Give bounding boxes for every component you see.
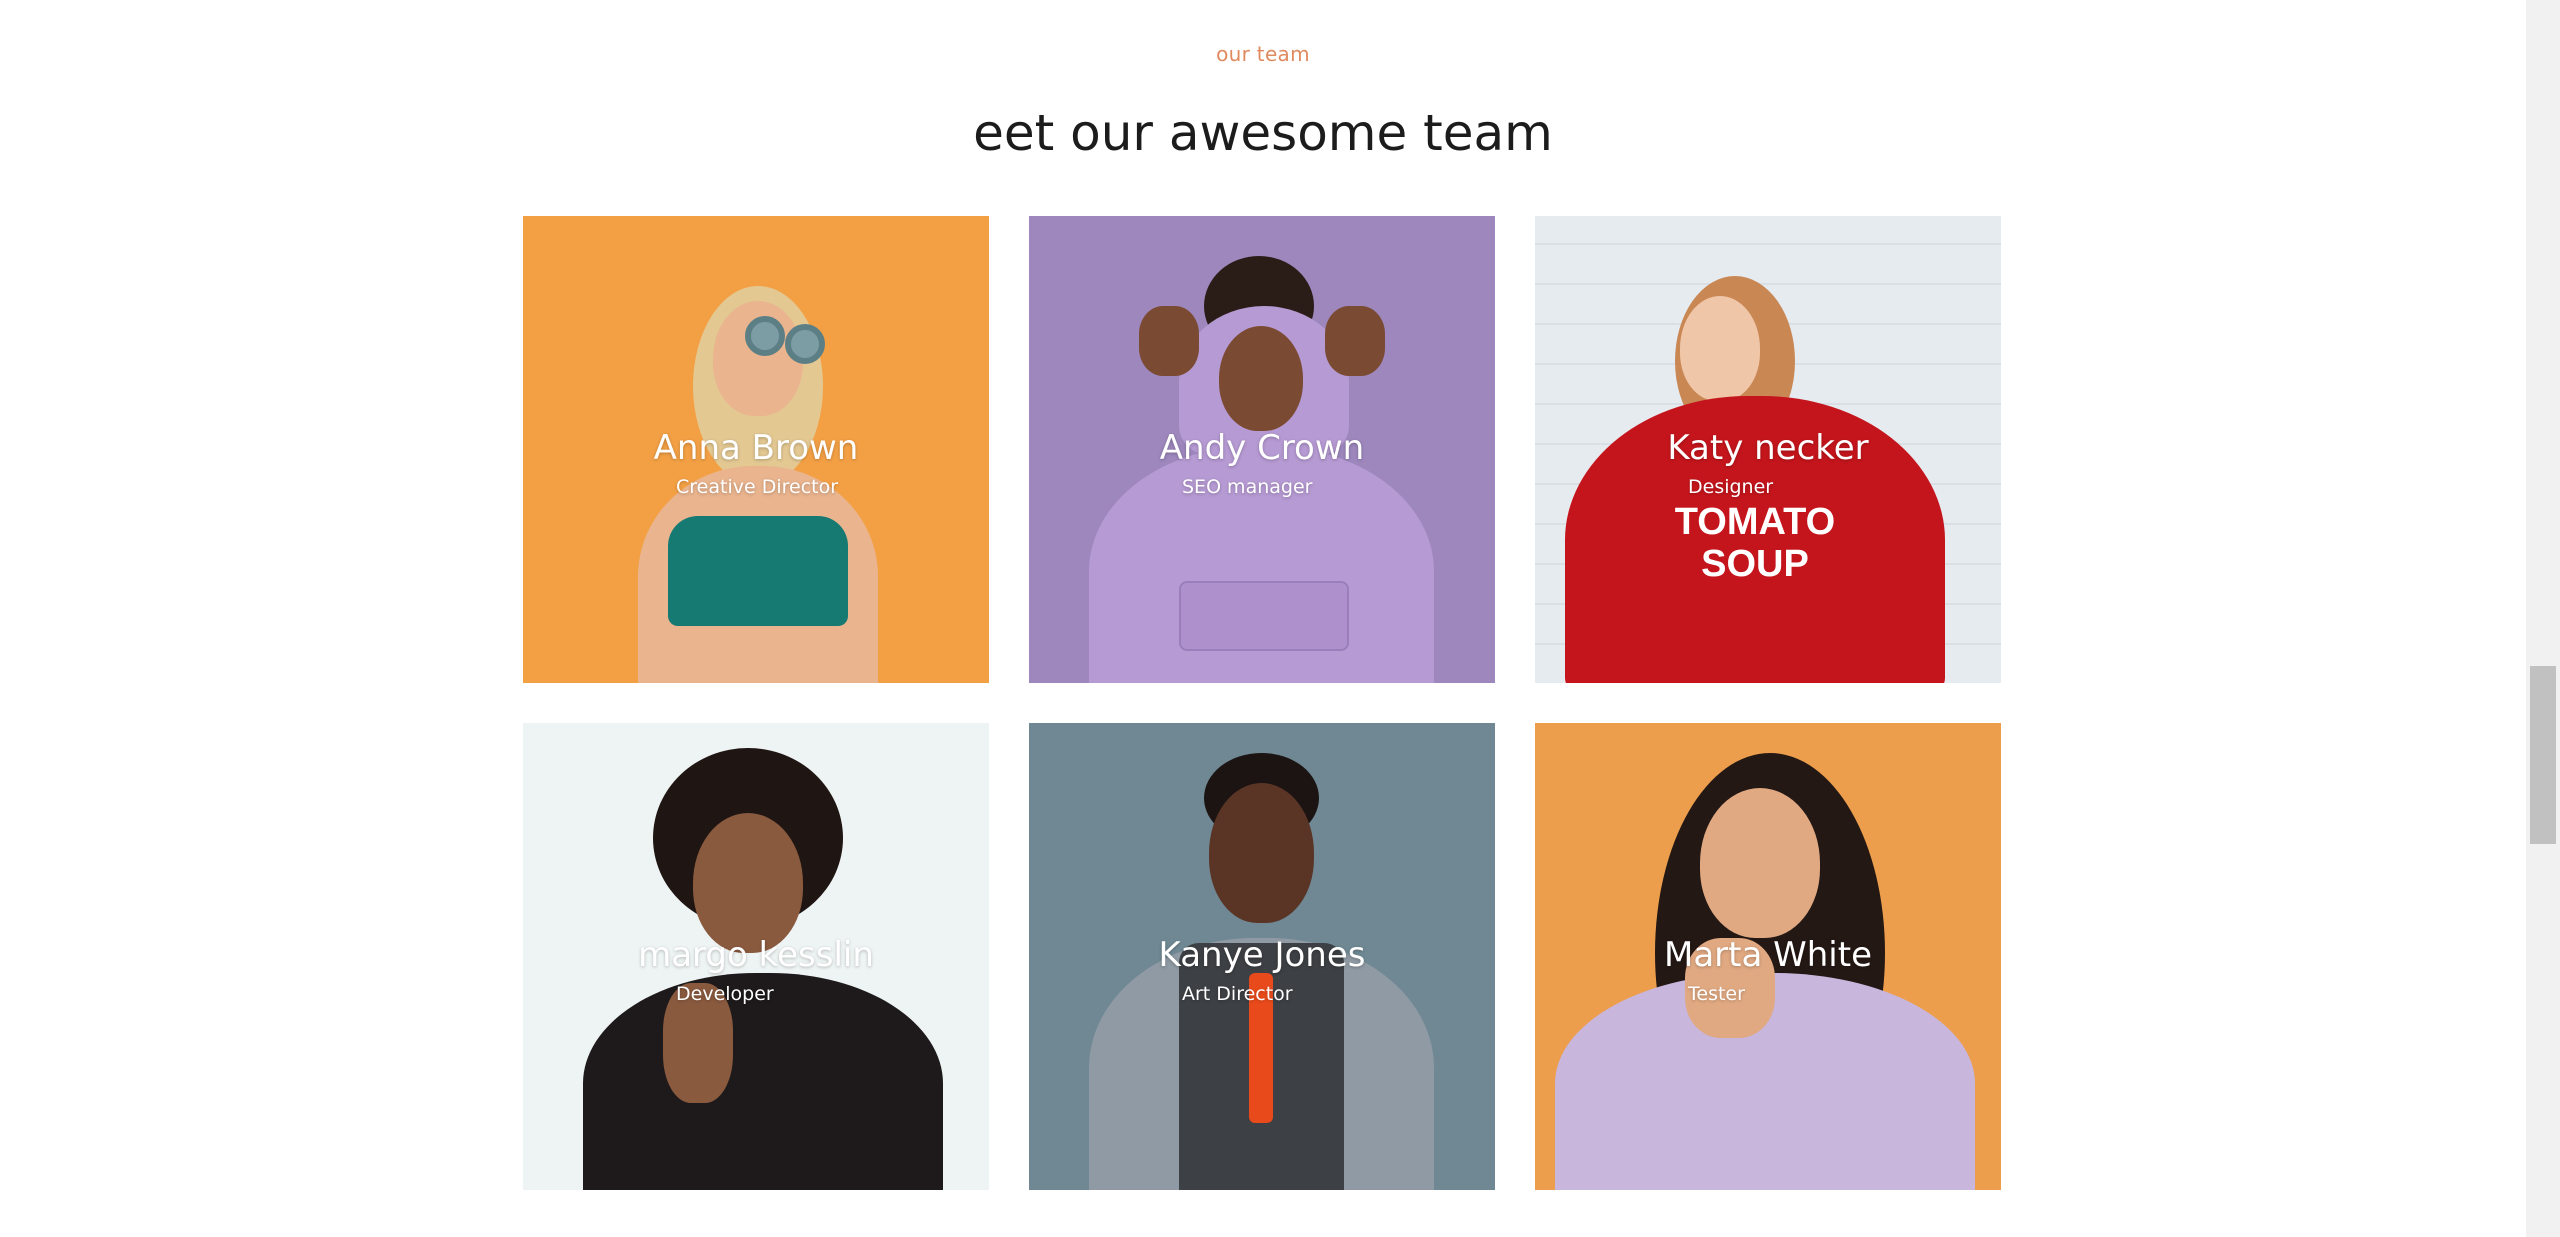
team-card-andy-crown[interactable]: Andy Crown SEO manager xyxy=(1029,216,1495,683)
member-photo: TOMATO SOUP xyxy=(1535,216,2001,683)
section-title: eet our awesome team xyxy=(973,104,1553,162)
scrollbar-thumb[interactable] xyxy=(2530,666,2556,844)
team-grid: Anna Brown Creative Director Andy Crown … xyxy=(523,216,2001,1190)
team-card-katy-necker[interactable]: TOMATO SOUP Katy necker Designer xyxy=(1535,216,2001,683)
page-scrollbar[interactable] xyxy=(2526,0,2560,1237)
member-photo xyxy=(1535,723,2001,1190)
member-photo xyxy=(523,723,989,1190)
team-card-anna-brown[interactable]: Anna Brown Creative Director xyxy=(523,216,989,683)
member-photo xyxy=(1029,216,1495,683)
section-eyebrow: our team xyxy=(1216,42,1310,66)
team-card-kanye-jones[interactable]: Kanye Jones Art Director xyxy=(1029,723,1495,1190)
member-photo xyxy=(1029,723,1495,1190)
member-photo xyxy=(523,216,989,683)
team-card-marta-white[interactable]: Marta White Tester xyxy=(1535,723,2001,1190)
team-card-margo-kesslin[interactable]: margo kesslin Developer xyxy=(523,723,989,1190)
team-section: our team eet our awesome team Anna Brown… xyxy=(0,0,2560,1237)
